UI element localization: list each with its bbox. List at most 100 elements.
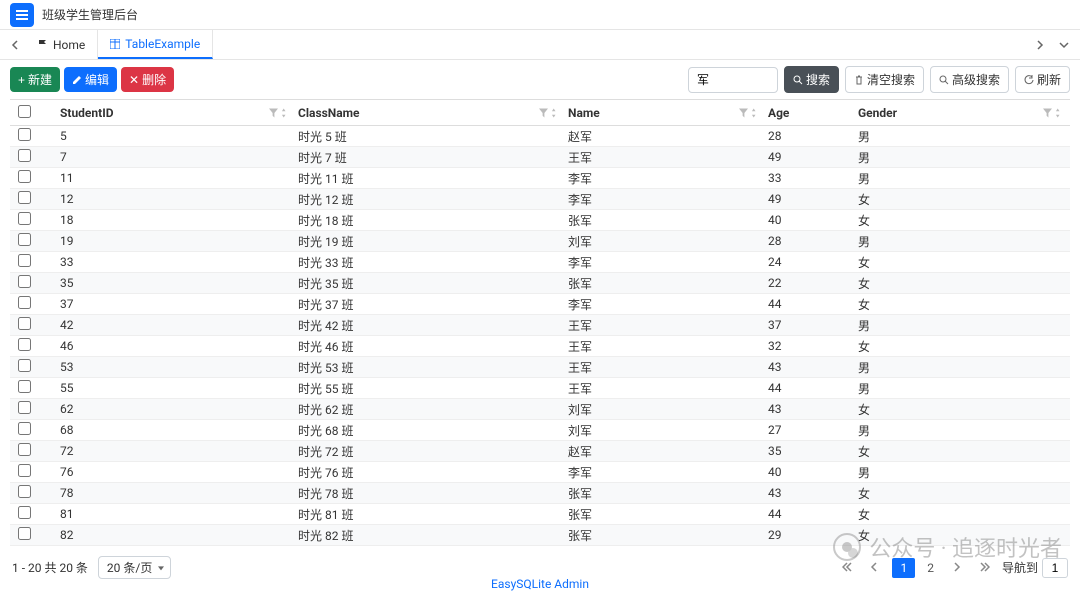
row-checkbox[interactable]: [18, 485, 31, 498]
header-class-name[interactable]: ClassName: [296, 100, 566, 126]
column-controls[interactable]: [739, 108, 760, 117]
table-row[interactable]: 5时光 5 班赵军28男: [10, 126, 1070, 147]
page-prev[interactable]: [864, 559, 886, 577]
sort-icon[interactable]: [281, 108, 290, 117]
column-controls[interactable]: [1043, 108, 1064, 117]
page-number-2[interactable]: 2: [921, 559, 940, 577]
row-checkbox[interactable]: [18, 212, 31, 225]
sort-icon[interactable]: [551, 108, 560, 117]
select-all-checkbox[interactable]: [18, 105, 31, 118]
column-controls[interactable]: [269, 108, 290, 117]
delete-button[interactable]: ✕ 删除: [121, 67, 174, 92]
row-checkbox[interactable]: [18, 317, 31, 330]
tab-scroll-left[interactable]: [6, 35, 26, 55]
page-size-select[interactable]: 20 条/页: [98, 556, 171, 579]
page-summary: 1 - 20 共 20 条: [12, 559, 88, 576]
search-input[interactable]: [688, 67, 778, 93]
cell-student-id: 76: [36, 462, 296, 483]
tab-scroll-right[interactable]: [1030, 35, 1050, 55]
row-checkbox[interactable]: [18, 170, 31, 183]
filter-icon[interactable]: [269, 108, 278, 117]
table-row[interactable]: 12时光 12 班李军49女: [10, 189, 1070, 210]
page-goto-input[interactable]: [1042, 558, 1068, 578]
table-row[interactable]: 55时光 55 班王军44男: [10, 378, 1070, 399]
tabs-row: Home TableExample: [0, 30, 1080, 60]
row-checkbox[interactable]: [18, 464, 31, 477]
header-gender[interactable]: Gender: [856, 100, 1070, 126]
refresh-button[interactable]: 刷新: [1015, 66, 1070, 93]
row-checkbox[interactable]: [18, 359, 31, 372]
table-row[interactable]: 42时光 42 班王军37男: [10, 315, 1070, 336]
cell-name: 李军: [566, 462, 766, 483]
sort-icon[interactable]: [751, 108, 760, 117]
cell-age: 44: [766, 378, 856, 399]
row-checkbox[interactable]: [18, 191, 31, 204]
edit-button[interactable]: 编辑: [64, 67, 117, 92]
filter-icon[interactable]: [739, 108, 748, 117]
tab-home-label: Home: [53, 38, 85, 52]
table-row[interactable]: 68时光 68 班刘军27男: [10, 420, 1070, 441]
table-row[interactable]: 11时光 11 班李军33男: [10, 168, 1070, 189]
tab-more-dropdown[interactable]: [1054, 35, 1074, 55]
row-checkbox[interactable]: [18, 422, 31, 435]
table-row[interactable]: 53时光 53 班王军43男: [10, 357, 1070, 378]
tab-table-example[interactable]: TableExample: [98, 30, 213, 59]
table-row[interactable]: 19时光 19 班刘军28男: [10, 231, 1070, 252]
table-row[interactable]: 62时光 62 班刘军43女: [10, 399, 1070, 420]
cell-age: 22: [766, 273, 856, 294]
column-controls[interactable]: [539, 108, 560, 117]
cell-gender: 女: [856, 399, 1070, 420]
row-checkbox[interactable]: [18, 338, 31, 351]
cell-name: 刘军: [566, 420, 766, 441]
header-student-id[interactable]: StudentID: [36, 100, 296, 126]
search-button[interactable]: 搜索: [784, 66, 839, 93]
filter-icon[interactable]: [539, 108, 548, 117]
row-checkbox[interactable]: [18, 380, 31, 393]
table-row[interactable]: 46时光 46 班王军32女: [10, 336, 1070, 357]
table-row[interactable]: 33时光 33 班李军24女: [10, 252, 1070, 273]
cell-age: 35: [766, 441, 856, 462]
close-icon: ✕: [129, 73, 139, 87]
table-row[interactable]: 82时光 82 班张军29女: [10, 525, 1070, 546]
advanced-search-button[interactable]: 高级搜索: [930, 66, 1009, 93]
row-checkbox[interactable]: [18, 443, 31, 456]
page-last[interactable]: [974, 559, 996, 577]
row-checkbox[interactable]: [18, 149, 31, 162]
cell-name: 李军: [566, 168, 766, 189]
filter-icon[interactable]: [1043, 108, 1052, 117]
cell-student-id: 42: [36, 315, 296, 336]
sort-icon[interactable]: [1055, 108, 1064, 117]
row-checkbox[interactable]: [18, 527, 31, 540]
page-first[interactable]: [836, 559, 858, 577]
row-checkbox[interactable]: [18, 401, 31, 414]
table-row[interactable]: 35时光 35 班张军22女: [10, 273, 1070, 294]
table-row[interactable]: 7时光 7 班王军49男: [10, 147, 1070, 168]
row-checkbox[interactable]: [18, 128, 31, 141]
cell-gender: 女: [856, 525, 1070, 546]
row-checkbox[interactable]: [18, 275, 31, 288]
table-row[interactable]: 72时光 72 班赵军35女: [10, 441, 1070, 462]
header-age[interactable]: Age: [766, 100, 856, 126]
cell-student-id: 82: [36, 525, 296, 546]
cell-class-name: 时光 18 班: [296, 210, 566, 231]
page-next[interactable]: [946, 559, 968, 577]
page-number-1[interactable]: 1: [892, 558, 915, 578]
cell-age: 43: [766, 483, 856, 504]
new-button[interactable]: + 新建: [10, 67, 60, 92]
row-checkbox[interactable]: [18, 296, 31, 309]
table-row[interactable]: 18时光 18 班张军40女: [10, 210, 1070, 231]
table-row[interactable]: 81时光 81 班张军44女: [10, 504, 1070, 525]
table-row[interactable]: 76时光 76 班李军40男: [10, 462, 1070, 483]
clear-search-button[interactable]: 清空搜索: [845, 66, 924, 93]
tab-home[interactable]: Home: [26, 30, 98, 59]
table-row[interactable]: 37时光 37 班李军44女: [10, 294, 1070, 315]
menu-toggle-button[interactable]: [10, 3, 34, 27]
row-checkbox[interactable]: [18, 254, 31, 267]
cell-name: 张军: [566, 210, 766, 231]
row-checkbox[interactable]: [18, 233, 31, 246]
cell-age: 27: [766, 420, 856, 441]
cell-name: 张军: [566, 504, 766, 525]
header-name[interactable]: Name: [566, 100, 766, 126]
table-row[interactable]: 78时光 78 班张军43女: [10, 483, 1070, 504]
row-checkbox[interactable]: [18, 506, 31, 519]
